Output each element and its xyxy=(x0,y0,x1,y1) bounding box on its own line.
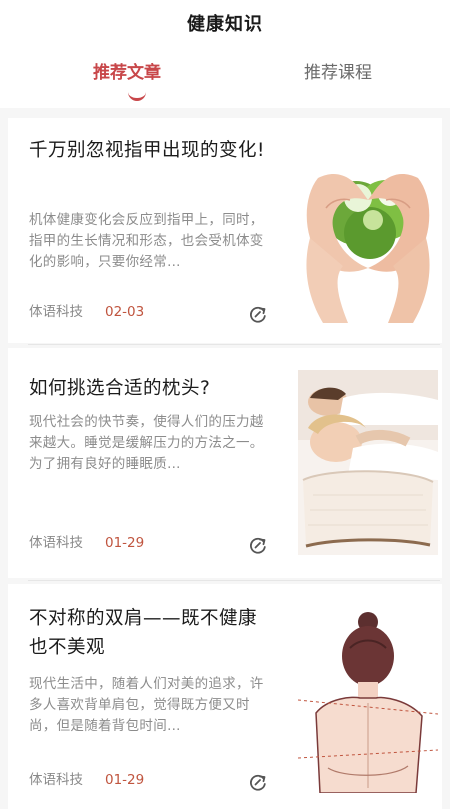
active-tab-indicator xyxy=(128,90,146,101)
article-card[interactable]: 如何挑选合适的枕头? 现代社会的快节奏，使得人们的压力越来越大。睡觉是缓解压力的… xyxy=(8,348,442,578)
article-title[interactable]: 千万别忽视指甲出现的变化! xyxy=(29,136,274,165)
article-summary: 机体健康变化会反应到指甲上，同时，指甲的生长情况和形态，也会受机体变化的影响，只… xyxy=(29,212,264,270)
article-source: 体语科技 xyxy=(29,535,83,551)
article-source: 体语科技 xyxy=(29,772,83,788)
page-title: 健康知识 xyxy=(187,14,263,35)
article-card[interactable]: 千万别忽视指甲出现的变化! 机体健康变化会反应到指甲上，同时，指甲的生长情况和形… xyxy=(8,118,442,343)
card-divider xyxy=(28,580,440,581)
share-icon[interactable] xyxy=(248,772,268,792)
share-icon[interactable] xyxy=(248,304,268,324)
hands-heart-leaves-image xyxy=(298,138,438,323)
share-icon[interactable] xyxy=(248,535,268,555)
article-meta: 体语科技 01-29 xyxy=(29,768,144,788)
article-date: 02-03 xyxy=(105,304,145,320)
sleeping-pillow-image xyxy=(298,370,438,555)
article-card[interactable]: 不对称的双肩——既不健康也不美观 现代生活中，随着人们对美的追求，许多人喜欢背单… xyxy=(8,584,442,809)
article-list: 千万别忽视指甲出现的变化! 机体健康变化会反应到指甲上，同时，指甲的生长情况和形… xyxy=(0,108,450,809)
card-divider xyxy=(28,344,440,345)
article-title[interactable]: 不对称的双肩——既不健康也不美观 xyxy=(29,604,274,662)
tab-bar: 推荐文章 推荐课程 xyxy=(0,58,450,106)
article-meta: 体语科技 01-29 xyxy=(29,531,144,551)
article-date: 01-29 xyxy=(105,535,145,551)
article-source: 体语科技 xyxy=(29,304,83,320)
article-summary: 现代社会的快节奏，使得人们的压力越来越大。睡觉是缓解压力的方法之一。为了拥有良好… xyxy=(29,414,264,472)
article-summary: 现代生活中，随着人们对美的追求，许多人喜欢背单肩包，觉得既方便又时尚，但是随着背… xyxy=(29,676,264,734)
article-meta: 体语科技 02-03 xyxy=(29,300,144,320)
article-title[interactable]: 如何挑选合适的枕头? xyxy=(29,374,274,403)
tab-recommended-articles[interactable]: 推荐文章 xyxy=(93,58,161,83)
tab-recommended-courses[interactable]: 推荐课程 xyxy=(304,58,372,83)
article-date: 01-29 xyxy=(105,772,145,788)
shoulders-illustration-image xyxy=(298,608,438,793)
